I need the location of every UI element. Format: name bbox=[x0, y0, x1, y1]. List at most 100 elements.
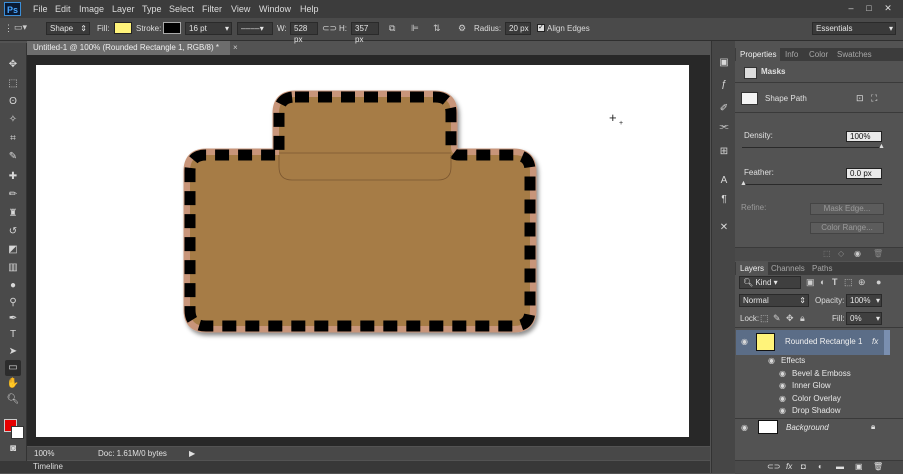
gradient-tool-icon[interactable]: ▥ bbox=[5, 260, 21, 276]
filter-toggle-icon[interactable]: ● bbox=[876, 277, 881, 288]
clone-stamp-tool-icon[interactable]: ♜ bbox=[5, 206, 21, 222]
filter-adjust-icon[interactable]: ◐ bbox=[820, 277, 825, 288]
lock-image-icon[interactable]: ✎ bbox=[773, 313, 781, 324]
gear-icon[interactable]: ⚙ bbox=[458, 23, 466, 34]
maximize-button[interactable]: □ bbox=[863, 3, 875, 14]
dodge-tool-icon[interactable]: ⚲ bbox=[5, 295, 21, 311]
delete-mask-icon[interactable]: 🗑︎ bbox=[873, 249, 883, 258]
menu-select[interactable]: Select bbox=[169, 0, 194, 18]
tools-icon[interactable]: ✕ bbox=[717, 221, 731, 235]
zoom-level[interactable]: 100% bbox=[34, 448, 54, 459]
feather-slider[interactable] bbox=[742, 184, 882, 185]
document-tab[interactable]: Untitled-1 @ 100% (Rounded Rectangle 1, … bbox=[27, 41, 230, 55]
width-field[interactable]: 528 px bbox=[290, 22, 318, 44]
effects-row[interactable]: ◉ Effects bbox=[736, 354, 890, 367]
brush-presets-icon[interactable]: ✐ bbox=[717, 102, 731, 116]
adjustment-layer-icon[interactable]: ◐ bbox=[818, 462, 823, 471]
quick-mask-icon[interactable]: ◙ bbox=[5, 441, 21, 457]
menu-image[interactable]: Image bbox=[79, 0, 104, 18]
history-brush-tool-icon[interactable]: ↺ bbox=[5, 224, 21, 240]
brush-tool-icon[interactable]: ✏ bbox=[5, 187, 21, 203]
filter-shape-icon[interactable]: ⬚ bbox=[844, 277, 853, 288]
workspace-select[interactable]: Essentials ▾ bbox=[812, 22, 896, 35]
effect-row-inner-glow[interactable]: ◉ Inner Glow bbox=[736, 379, 890, 392]
effects-eye-icon[interactable]: ◉ bbox=[768, 354, 775, 367]
apply-mask-icon[interactable]: ◇ bbox=[838, 249, 844, 258]
menu-window[interactable]: Window bbox=[259, 0, 291, 18]
menu-filter[interactable]: Filter bbox=[202, 0, 222, 18]
magic-wand-tool-icon[interactable]: ✧ bbox=[5, 112, 21, 128]
tab-properties[interactable]: Properties bbox=[736, 48, 781, 61]
menu-type[interactable]: Type bbox=[142, 0, 162, 18]
tab-swatches[interactable]: Swatches bbox=[837, 48, 872, 61]
layer-row-background[interactable]: ◉ Background 🔒︎ bbox=[736, 419, 889, 437]
lock-transparent-icon[interactable]: ⬚ bbox=[760, 313, 769, 324]
fill-swatch[interactable] bbox=[114, 22, 132, 34]
layer-kind-filter[interactable]: 🔍︎ Kind ▾ bbox=[739, 276, 801, 289]
clone-source-icon[interactable]: ⊞ bbox=[717, 145, 731, 159]
delete-layer-icon[interactable]: 🗑︎ bbox=[873, 462, 883, 471]
type-tool-icon[interactable]: T bbox=[5, 327, 21, 343]
lock-position-icon[interactable]: ✥ bbox=[786, 313, 794, 324]
inner-glow-eye-icon[interactable]: ◉ bbox=[779, 379, 786, 392]
effect-row-drop-shadow[interactable]: ◉ Drop Shadow bbox=[736, 404, 890, 417]
feather-slider-handle[interactable]: ▲ bbox=[740, 180, 747, 187]
mask-edge-button[interactable]: Mask Edge... bbox=[810, 203, 884, 215]
history-icon[interactable]: ▣ bbox=[717, 56, 731, 70]
character-icon[interactable]: A bbox=[717, 174, 731, 188]
rounded-rectangle-shape[interactable] bbox=[180, 85, 550, 345]
tab-info[interactable]: Info bbox=[785, 48, 798, 61]
layers-scrollbar-thumb[interactable] bbox=[884, 330, 890, 355]
lock-all-icon[interactable]: 🔒︎ bbox=[800, 313, 805, 324]
path-selection-tool-icon[interactable]: ➤ bbox=[5, 344, 21, 360]
hand-tool-icon[interactable]: ✋ bbox=[5, 376, 21, 392]
background-eye-icon[interactable]: ◉ bbox=[741, 423, 748, 432]
path-operations-icon[interactable]: ⧉ bbox=[389, 23, 395, 34]
add-vector-mask-icon[interactable]: ⛶ bbox=[871, 93, 877, 104]
add-mask-icon[interactable]: ◘ bbox=[801, 462, 806, 471]
rounded-rect-tool-icon[interactable]: ▭▾ bbox=[14, 22, 27, 33]
paragraph-icon[interactable]: ¶ bbox=[717, 193, 731, 207]
opacity-field[interactable]: 100% ▾ bbox=[846, 294, 882, 307]
fill-opacity-field[interactable]: 0% ▾ bbox=[846, 312, 882, 325]
density-field[interactable]: 100% bbox=[846, 131, 882, 142]
blend-mode-select[interactable]: Normal ⇕ bbox=[739, 294, 809, 307]
background-color-swatch[interactable] bbox=[11, 426, 24, 439]
brush-icon[interactable]: ⫘ bbox=[717, 120, 731, 134]
marquee-tool-icon[interactable]: ⬚ bbox=[5, 76, 21, 92]
tab-layers[interactable]: Layers bbox=[736, 262, 769, 275]
menu-edit[interactable]: Edit bbox=[55, 0, 71, 18]
eyedropper-tool-icon[interactable]: ✎ bbox=[5, 149, 21, 165]
drop-shadow-eye-icon[interactable]: ◉ bbox=[779, 404, 786, 417]
background-layer-name[interactable]: Background bbox=[786, 422, 829, 434]
new-layer-icon[interactable]: ▣ bbox=[855, 462, 863, 471]
menu-help[interactable]: Help bbox=[300, 0, 319, 18]
tab-paths[interactable]: Paths bbox=[812, 262, 832, 275]
tab-channels[interactable]: Channels bbox=[771, 262, 805, 275]
layer-row-rounded-rectangle[interactable]: ◉ Rounded Rectangle 1 fx bbox=[736, 330, 889, 355]
menu-view[interactable]: View bbox=[231, 0, 250, 18]
stroke-width-field[interactable]: 16 pt ▾ bbox=[185, 22, 232, 35]
filter-smart-icon[interactable]: ⊕ bbox=[858, 277, 866, 288]
filter-type-icon[interactable]: T bbox=[832, 277, 838, 288]
visibility-icon[interactable]: ◉ bbox=[854, 249, 861, 258]
link-layers-icon[interactable]: ⊂⊃ bbox=[767, 462, 780, 471]
zoom-tool-icon[interactable]: 🔍︎ bbox=[5, 392, 21, 408]
load-selection-icon[interactable]: ⬚ bbox=[823, 249, 831, 258]
eraser-tool-icon[interactable]: ◩ bbox=[5, 242, 21, 258]
status-menu-icon[interactable]: ▶ bbox=[189, 448, 195, 459]
add-style-icon[interactable]: fx bbox=[786, 462, 792, 471]
timeline-panel[interactable]: Timeline bbox=[0, 461, 710, 473]
tab-close-icon[interactable]: × bbox=[233, 41, 238, 55]
menu-file[interactable]: File bbox=[33, 0, 48, 18]
density-slider-handle[interactable]: ▲ bbox=[878, 143, 885, 150]
fx-badge[interactable]: fx bbox=[872, 336, 878, 348]
crop-tool-icon[interactable]: ⌗ bbox=[5, 131, 21, 147]
actions-icon[interactable]: ƒ bbox=[717, 78, 731, 92]
add-pixel-mask-icon[interactable]: ⊡ bbox=[856, 93, 864, 104]
path-alignment-icon[interactable]: ⊫ bbox=[411, 23, 419, 34]
rounded-rectangle-tool-icon[interactable]: ▭ bbox=[5, 360, 21, 376]
align-edges-checkbox[interactable]: ✓ bbox=[537, 24, 545, 32]
radius-field[interactable]: 20 px bbox=[505, 22, 531, 35]
feather-field[interactable]: 0.0 px bbox=[846, 168, 882, 179]
